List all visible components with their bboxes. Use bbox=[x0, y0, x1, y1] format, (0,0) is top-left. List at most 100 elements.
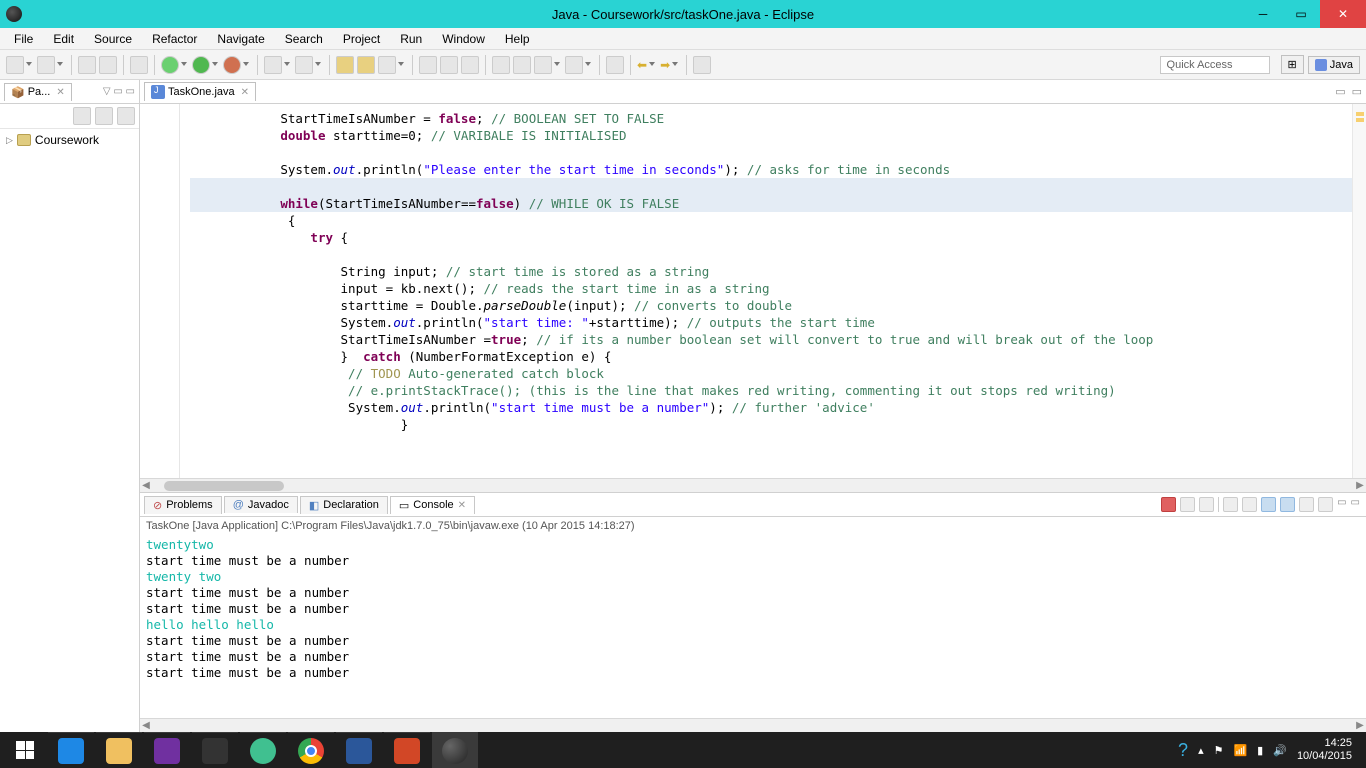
tab-problems[interactable]: ⊘Problems bbox=[144, 496, 222, 514]
menu-refactor[interactable]: Refactor bbox=[144, 30, 205, 48]
open-task-button[interactable] bbox=[357, 56, 375, 74]
tray-chevron-icon[interactable]: ▴ bbox=[1198, 744, 1204, 757]
dropdown-icon[interactable] bbox=[212, 62, 218, 68]
view-menu-icon[interactable]: ▽ ▭ ▭ bbox=[103, 86, 135, 97]
taskbar-hp[interactable] bbox=[240, 732, 286, 768]
dropdown-icon[interactable] bbox=[243, 62, 249, 68]
view-minimize-icon[interactable]: ▭ bbox=[1337, 497, 1346, 512]
dropdown-icon[interactable] bbox=[585, 62, 591, 68]
project-item[interactable]: Coursework bbox=[6, 133, 133, 147]
maximize-button[interactable]: ▭ bbox=[1282, 0, 1320, 28]
toggle-button[interactable] bbox=[419, 56, 437, 74]
remove-all-button[interactable] bbox=[1199, 497, 1214, 512]
link-editor-button[interactable] bbox=[95, 107, 113, 125]
menu-edit[interactable]: Edit bbox=[45, 30, 82, 48]
flag-icon[interactable]: ⚑ bbox=[1214, 744, 1224, 757]
close-icon[interactable]: ✕ bbox=[458, 500, 466, 511]
taskbar-chrome[interactable] bbox=[288, 732, 334, 768]
search-button[interactable] bbox=[378, 56, 396, 74]
dropdown-icon[interactable] bbox=[649, 62, 655, 68]
back-button[interactable]: ⬅ bbox=[637, 58, 647, 72]
menu-navigate[interactable]: Navigate bbox=[209, 30, 272, 48]
collapse-all-button[interactable] bbox=[73, 107, 91, 125]
warning-marker-icon[interactable] bbox=[1356, 118, 1364, 122]
run-last-button[interactable] bbox=[223, 56, 241, 74]
build-button[interactable] bbox=[130, 56, 148, 74]
annotation-button[interactable] bbox=[492, 56, 510, 74]
taskbar-powerpoint[interactable] bbox=[384, 732, 430, 768]
save-all-button[interactable] bbox=[78, 56, 96, 74]
close-icon[interactable]: ✕ bbox=[241, 87, 249, 98]
warning-marker-icon[interactable] bbox=[1356, 112, 1364, 116]
pin-console-button[interactable] bbox=[1280, 497, 1295, 512]
run-button[interactable] bbox=[192, 56, 210, 74]
dropdown-icon[interactable] bbox=[26, 62, 32, 68]
package-explorer-tab[interactable]: 📦 Pa... ✕ bbox=[4, 83, 72, 101]
open-type-button[interactable] bbox=[336, 56, 354, 74]
annotation-button[interactable] bbox=[565, 56, 583, 74]
toggle-button[interactable] bbox=[461, 56, 479, 74]
pin-button[interactable] bbox=[606, 56, 624, 74]
scroll-lock-button[interactable] bbox=[1242, 497, 1257, 512]
taskbar-ie[interactable] bbox=[48, 732, 94, 768]
tab-declaration[interactable]: ◧Declaration bbox=[300, 496, 388, 514]
annotation-button[interactable] bbox=[534, 56, 552, 74]
clear-console-button[interactable] bbox=[1223, 497, 1238, 512]
taskbar-explorer[interactable] bbox=[96, 732, 142, 768]
dropdown-icon[interactable] bbox=[57, 62, 63, 68]
toolbar-button[interactable] bbox=[693, 56, 711, 74]
close-icon[interactable]: ✕ bbox=[56, 87, 64, 98]
minimize-button[interactable]: ─ bbox=[1244, 0, 1282, 28]
dropdown-icon[interactable] bbox=[398, 62, 404, 68]
menu-search[interactable]: Search bbox=[277, 30, 331, 48]
debug-button[interactable] bbox=[161, 56, 179, 74]
forward-button[interactable]: ➡ bbox=[660, 58, 670, 72]
dropdown-icon[interactable] bbox=[672, 62, 678, 68]
dropdown-icon[interactable] bbox=[554, 62, 560, 68]
menu-file[interactable]: File bbox=[6, 30, 41, 48]
editor-tab[interactable]: TaskOne.java ✕ bbox=[144, 82, 256, 101]
toggle-button[interactable] bbox=[440, 56, 458, 74]
tab-console[interactable]: ▭Console✕ bbox=[390, 496, 475, 514]
display-button[interactable] bbox=[1299, 497, 1314, 512]
taskbar-eclipse[interactable] bbox=[432, 732, 478, 768]
view-maximize-icon[interactable]: ▭ bbox=[1351, 497, 1360, 512]
terminate-button[interactable] bbox=[1161, 497, 1176, 512]
menu-run[interactable]: Run bbox=[392, 30, 430, 48]
tab-javadoc[interactable]: @Javadoc bbox=[224, 496, 298, 513]
maximize-view-icon[interactable]: ▭ bbox=[1352, 85, 1362, 98]
save-button[interactable] bbox=[37, 56, 55, 74]
minimize-view-icon[interactable]: ▭ bbox=[1335, 85, 1345, 98]
close-button[interactable]: ✕ bbox=[1320, 0, 1366, 28]
start-button[interactable] bbox=[4, 732, 46, 768]
open-perspective-button[interactable]: ⊞ bbox=[1281, 55, 1304, 74]
editor-ruler[interactable] bbox=[140, 104, 180, 478]
annotation-button[interactable] bbox=[513, 56, 531, 74]
view-menu-button[interactable] bbox=[117, 107, 135, 125]
taskbar-app[interactable] bbox=[192, 732, 238, 768]
horizontal-scrollbar[interactable]: ◀▶ bbox=[140, 478, 1366, 492]
print-button[interactable] bbox=[99, 56, 117, 74]
battery-icon[interactable]: ▮ bbox=[1257, 744, 1263, 757]
new-button[interactable] bbox=[6, 56, 24, 74]
code-editor[interactable]: StartTimeIsANumber = false; // BOOLEAN S… bbox=[180, 104, 1352, 478]
dropdown-icon[interactable] bbox=[181, 62, 187, 68]
remove-launch-button[interactable] bbox=[1180, 497, 1195, 512]
open-console-button[interactable] bbox=[1318, 497, 1333, 512]
show-console-button[interactable] bbox=[1261, 497, 1276, 512]
wifi-icon[interactable]: 📶 bbox=[1233, 744, 1247, 757]
quick-access-input[interactable]: Quick Access bbox=[1160, 56, 1270, 74]
dropdown-icon[interactable] bbox=[315, 62, 321, 68]
console-scrollbar[interactable]: ◀▶ bbox=[140, 718, 1366, 732]
overview-ruler[interactable] bbox=[1352, 104, 1366, 478]
new-package-button[interactable] bbox=[264, 56, 282, 74]
system-clock[interactable]: 14:25 10/04/2015 bbox=[1297, 737, 1352, 763]
help-icon[interactable]: ? bbox=[1178, 740, 1188, 761]
dropdown-icon[interactable] bbox=[284, 62, 290, 68]
console-output[interactable]: twentytwostart time must be a numbertwen… bbox=[140, 535, 1366, 718]
volume-icon[interactable]: 🔊 bbox=[1273, 744, 1287, 757]
menu-project[interactable]: Project bbox=[335, 30, 388, 48]
menu-help[interactable]: Help bbox=[497, 30, 538, 48]
java-perspective-button[interactable]: Java bbox=[1308, 56, 1360, 74]
taskbar-app[interactable] bbox=[144, 732, 190, 768]
